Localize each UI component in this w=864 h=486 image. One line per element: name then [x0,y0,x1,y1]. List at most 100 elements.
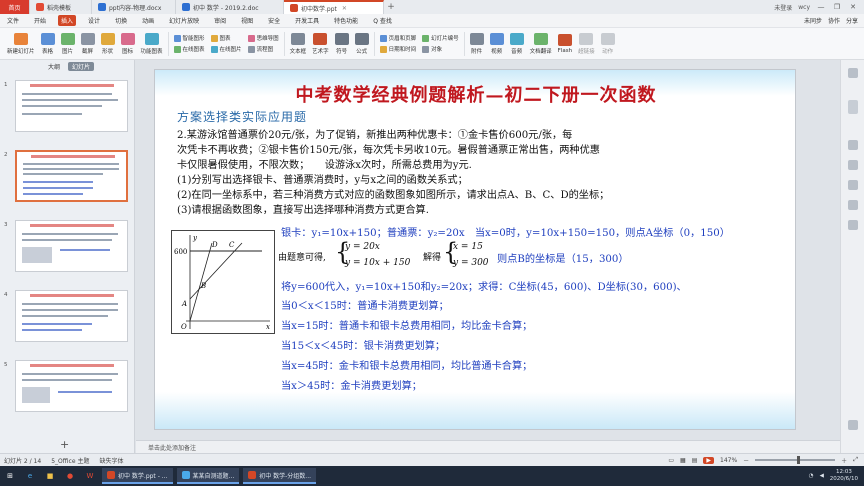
media-icon[interactable]: ● [62,469,78,483]
menu-design[interactable]: 设计 [85,15,103,26]
slide-sorter-icon[interactable]: ▦ [680,457,686,464]
wordart-button[interactable]: 艺术字 [309,29,332,59]
select-panel-icon[interactable] [848,200,858,210]
equation-2[interactable]: y = 10x + 150 [345,258,410,268]
sync-status[interactable]: 未同步 [804,16,822,25]
solution-given-label[interactable]: 由题意可得, [278,250,326,263]
close-window-icon[interactable]: ✕ [848,3,858,11]
textbox-button[interactable]: 文本框 [287,29,310,59]
volume-icon[interactable]: ◀ [820,473,824,479]
solution-line-8[interactable]: 当x＞45时：金卡消费更划算； [281,377,422,392]
collab-button[interactable]: 协作 [828,16,840,25]
zoom-in-icon[interactable]: ＋ [841,456,847,465]
taskbar-app-browser[interactable]: 某某自测道题... [176,468,240,484]
solution-y[interactable]: y = 300 [453,258,489,268]
online-chart-button[interactable]: 在线图表 [173,45,205,53]
attachment-button[interactable]: 附件 [467,29,487,59]
taskbar-app-ppt[interactable]: 初中 数学.ppt - ... [102,468,173,484]
table-button[interactable]: 表格 [38,29,58,59]
ie-icon[interactable]: e [22,469,38,483]
share-button[interactable]: 分享 [846,16,858,25]
vertical-scrollbar[interactable] [840,60,864,453]
smart-art-button[interactable]: 智能图形 [173,34,205,42]
function-graph[interactable]: 600 A B C D O x y [171,230,275,334]
reading-view-icon[interactable]: ▤ [692,457,698,464]
menu-features[interactable]: 特色功能 [331,15,361,26]
slide-thumbnail[interactable]: 1 [4,80,128,132]
menu-security[interactable]: 安全 [265,15,283,26]
shape-panel-icon[interactable] [848,160,858,170]
notes-pane[interactable]: 单击此处添加备注 [136,440,840,453]
fit-window-icon[interactable]: ⤢ [853,456,858,464]
menu-insert[interactable]: 插入 [58,15,77,26]
hyperlink-button[interactable]: 超链接 [575,29,598,59]
scroll-up-icon[interactable] [848,68,858,78]
problem-text[interactable]: 2.某游泳馆普通票价20元/张，为了促销，新推出两种优惠卡：①金卡售价600元/… [177,128,787,218]
point-b-result[interactable]: 则点B的坐标是（15，300） [497,250,629,265]
equation-1[interactable]: y = 20x [345,242,380,252]
normal-view-icon[interactable]: ▭ [668,457,674,464]
solution-line-5[interactable]: 当x=15时：普通卡和银卡总费用相同，均比金卡合算； [281,317,532,332]
menu-review[interactable]: 审阅 [211,15,229,26]
slide-thumbnail-selected[interactable]: 2 [4,150,128,202]
solution-line-6[interactable]: 当15＜x＜45时：银卡消费更划算； [281,337,445,352]
icon-button[interactable]: 图标 [118,29,138,59]
menu-home[interactable]: 开始 [31,15,49,26]
translate-button[interactable]: 文档翻译 [527,29,555,59]
slide-thumbnail[interactable]: 5 [4,360,128,412]
audio-button[interactable]: 音频 [507,29,527,59]
property-panel-icon[interactable] [848,140,858,150]
action-button[interactable]: 动作 [598,29,618,59]
menu-animation[interactable]: 动画 [139,15,157,26]
tab-home[interactable]: 首页 [0,0,30,14]
scroll-down-icon[interactable] [848,420,858,430]
menu-view[interactable]: 视图 [238,15,256,26]
user-name[interactable]: wcy [798,4,810,11]
tab-doc-physics[interactable]: ppt内容-物理.docx [92,0,176,14]
slide-thumbnail[interactable]: 3 [4,220,128,272]
menu-developer[interactable]: 开发工具 [292,15,322,26]
zoom-out-icon[interactable]: － [743,456,749,465]
header-footer-button[interactable]: 页眉和页脚 [379,34,416,42]
online-picture-button[interactable]: 在线图片 [210,45,242,53]
solution-line-1[interactable]: 银卡：y₁=10x+150；普通票：y₂=20x 当x=0时，y=10x+150… [281,224,730,239]
object-button[interactable]: 对象 [422,45,459,53]
shape-button[interactable]: 形状 [98,29,118,59]
add-slide-icon[interactable]: + [60,438,69,451]
wps-icon[interactable]: W [82,469,98,483]
zoom-level[interactable]: 147% [720,457,737,464]
tab-template[interactable]: 稻壳模板 [30,0,92,14]
minimize-icon[interactable]: — [816,3,826,11]
slide[interactable]: 中考数学经典例题解析—初二下册一次函数 方案选择类实际应用题 2.某游泳馆普通票… [154,69,796,430]
solution-x[interactable]: x = 15 [453,242,483,252]
solution-line-7[interactable]: 当x=45时：金卡和银卡总费用相同，均比普通卡合算； [281,357,532,372]
tab-doc-math[interactable]: 初中 数学 - 2019.2.doc [176,0,284,14]
new-slide-button[interactable]: 新建幻灯片 [4,29,38,59]
maximize-icon[interactable]: ❐ [832,3,842,11]
menu-file[interactable]: 文件 [4,15,22,26]
menu-search[interactable]: Q 查找 [370,15,395,26]
zoom-slider[interactable] [755,456,836,464]
slide-number-button[interactable]: 幻灯片编号 [422,34,459,42]
solution-line-3[interactable]: 将y=600代入，y₁=10x+150和y₂=20x；求得：C坐标(45，600… [281,278,687,293]
tab-slides[interactable]: 幻灯片 [68,61,95,71]
chart-button[interactable]: 图表 [210,34,242,42]
picture-button[interactable]: 图片 [58,29,78,59]
date-time-button[interactable]: 日期和时间 [379,45,416,53]
solution-line-4[interactable]: 当0＜x＜15时：普通卡消费更划算； [281,297,449,312]
slide-subtitle[interactable]: 方案选择类实际应用题 [177,108,307,125]
network-icon[interactable]: ◔ [809,473,814,479]
clock[interactable]: 12:03 2020/6/10 [830,469,858,483]
video-button[interactable]: 视频 [487,29,507,59]
login-status[interactable]: 未登录 [774,3,792,12]
taskbar-app-ppt2[interactable]: 初中 数学-分组数... [243,468,317,484]
folder-icon[interactable]: ■ [42,469,58,483]
missing-font[interactable]: 缺失字体 [99,456,123,465]
screenshot-button[interactable]: 截屏 [78,29,98,59]
menu-transition[interactable]: 切换 [112,15,130,26]
scroll-thumb[interactable] [848,100,858,114]
menu-slideshow[interactable]: 幻灯片放映 [166,15,202,26]
slide-title[interactable]: 中考数学经典例题解析—初二下册一次函数 [155,81,795,107]
symbol-button[interactable]: 符号 [332,29,352,59]
function-chart-button[interactable]: 功能图表 [138,29,166,59]
